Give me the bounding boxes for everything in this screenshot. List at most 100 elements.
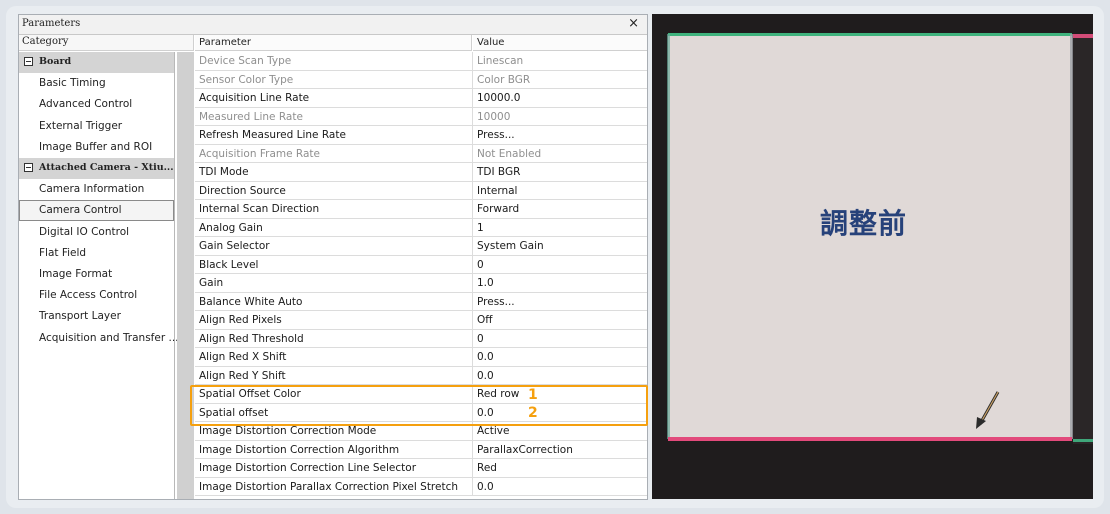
green-edge-top bbox=[668, 33, 1072, 36]
category-label: Digital IO Control bbox=[39, 225, 130, 238]
parameter-value[interactable]: TDI BGR bbox=[477, 166, 520, 178]
value-header-label: Value bbox=[477, 37, 505, 48]
parameter-row[interactable]: Direction Source Internal bbox=[195, 181, 647, 200]
parameter-row[interactable]: Balance White Auto Press... bbox=[195, 292, 647, 311]
column-divider bbox=[472, 237, 473, 255]
parameter-name: Sensor Color Type bbox=[199, 73, 294, 86]
category-label: Image Format bbox=[39, 268, 113, 280]
parameter-row[interactable]: Sensor Color Type Color BGR bbox=[195, 70, 647, 89]
parameter-row[interactable]: Gain 1.0 bbox=[195, 274, 647, 293]
camera-preview: 調整前 bbox=[652, 14, 1093, 499]
preview-label: 調整前 bbox=[820, 207, 908, 240]
category-item-2[interactable]: Advanced Control bbox=[19, 94, 174, 115]
category-label: Advanced Control bbox=[39, 98, 133, 111]
category-label: Image Buffer and ROI bbox=[39, 140, 153, 153]
parameter-row[interactable]: Align Red Threshold 0 bbox=[195, 329, 647, 348]
category-label: Flat Field bbox=[39, 246, 87, 259]
parameter-value[interactable]: System Gain bbox=[477, 240, 544, 252]
category-group-0[interactable]: Board bbox=[19, 52, 174, 73]
category-item-8[interactable]: Digital IO Control bbox=[19, 222, 174, 243]
parameter-name: Measured Line Rate bbox=[199, 110, 303, 123]
parameter-value[interactable]: 0 bbox=[477, 259, 484, 271]
category-tree: Board Basic Timing Advanced Control Externa… bbox=[19, 52, 179, 499]
parameter-name: Refresh Measured Line Rate bbox=[199, 129, 346, 141]
column-divider bbox=[472, 329, 473, 347]
parameter-value[interactable]: Off bbox=[477, 314, 493, 326]
parameter-row[interactable]: Black Level 0 bbox=[195, 255, 647, 274]
column-divider bbox=[472, 292, 473, 310]
parameter-name: TDI Mode bbox=[199, 166, 249, 178]
category-item-3[interactable]: External Trigger bbox=[19, 116, 174, 137]
parameter-value[interactable]: 1 bbox=[477, 222, 484, 234]
parameter-value[interactable]: Press... bbox=[477, 296, 515, 308]
parameter-name: Align Red Y Shift bbox=[199, 369, 286, 382]
parameter-value[interactable]: Red bbox=[477, 462, 497, 474]
category-item-9[interactable]: Flat Field bbox=[19, 243, 174, 264]
category-item-12[interactable]: Transport Layer bbox=[19, 306, 174, 327]
parameter-name: Image Distortion Correction Line Selecto… bbox=[199, 462, 417, 474]
parameter-value[interactable]: Internal bbox=[477, 185, 517, 197]
category-item-7[interactable]: Camera Control bbox=[19, 200, 174, 222]
parameter-row[interactable]: Internal Scan Direction Forward bbox=[195, 200, 647, 219]
parameter-row[interactable]: Align Red Pixels Off bbox=[195, 311, 647, 330]
parameter-row[interactable]: Measured Line Rate 10000 bbox=[195, 107, 647, 126]
category-item-13[interactable]: Acquisition and Transfer ... bbox=[19, 328, 179, 349]
category-item-1[interactable]: Basic Timing bbox=[19, 73, 174, 94]
parameter-value[interactable]: Forward bbox=[477, 203, 519, 215]
parameter-row[interactable]: Align Red X Shift 0.0 bbox=[195, 348, 647, 367]
collapse-toggle-icon[interactable] bbox=[24, 163, 33, 172]
parameter-value[interactable]: 0 bbox=[477, 333, 484, 345]
parameter-row[interactable]: Device Scan Type Linescan bbox=[195, 52, 647, 71]
parameter-row[interactable]: Image Distortion Parallax Correction Pix… bbox=[195, 477, 647, 496]
parameter-row[interactable]: Acquisition Frame Rate Not Enabled bbox=[195, 144, 647, 163]
value-column-header[interactable]: Value bbox=[473, 35, 647, 51]
parameter-value[interactable]: Active bbox=[477, 425, 509, 437]
parameter-row[interactable]: Image Distortion Correction Algorithm Par… bbox=[195, 440, 647, 459]
column-divider bbox=[472, 477, 473, 495]
column-divider bbox=[472, 255, 473, 273]
parameter-value[interactable]: Press... bbox=[477, 129, 515, 141]
column-divider bbox=[472, 144, 473, 162]
parameter-name: Device Scan Type bbox=[199, 55, 292, 67]
category-label: Transport Layer bbox=[39, 310, 121, 323]
category-header: Category bbox=[19, 35, 194, 51]
highlight-box bbox=[190, 385, 648, 426]
category-item-4[interactable]: Image Buffer and ROI bbox=[19, 137, 174, 158]
parameter-value[interactable]: 0.0 bbox=[477, 370, 494, 382]
category-group-5[interactable]: Attached Camera - Xtiu... bbox=[19, 158, 174, 179]
parameter-row[interactable]: Acquisition Line Rate 10000.0 bbox=[195, 89, 647, 108]
parameter-value[interactable]: 0.0 bbox=[477, 481, 494, 493]
parameter-name: Gain bbox=[199, 277, 224, 289]
parameter-value[interactable]: ParallaxCorrection bbox=[477, 444, 573, 456]
parameter-name: Black Level bbox=[199, 258, 259, 271]
category-item-11[interactable]: File Access Control bbox=[19, 285, 174, 306]
column-divider bbox=[472, 366, 473, 384]
category-item-10[interactable]: Image Format bbox=[19, 264, 174, 285]
parameter-value[interactable]: 0.0 bbox=[477, 351, 494, 363]
column-divider bbox=[472, 126, 473, 144]
parameter-value[interactable]: 10000.0 bbox=[477, 92, 520, 104]
parameter-row[interactable]: Analog Gain 1 bbox=[195, 218, 647, 237]
column-divider bbox=[472, 107, 473, 125]
parameter-row[interactable]: Align Red Y Shift 0.0 bbox=[195, 366, 647, 385]
parameter-column-header[interactable]: Parameter bbox=[195, 35, 472, 51]
parameter-row[interactable]: Image Distortion Correction Line Selecto… bbox=[195, 459, 647, 478]
title-bar: Parameters × bbox=[19, 15, 647, 35]
tree-gutter bbox=[177, 52, 194, 499]
parameter-value: Linescan bbox=[477, 55, 524, 67]
parameter-row[interactable]: TDI Mode TDI BGR bbox=[195, 163, 647, 182]
parameter-name: Align Red Pixels bbox=[199, 314, 282, 326]
parameter-name: Align Red X Shift bbox=[199, 351, 287, 363]
parameter-name: Image Distortion Correction Algorithm bbox=[199, 443, 400, 456]
close-icon[interactable]: × bbox=[628, 16, 639, 31]
window-title: Parameters bbox=[22, 18, 81, 29]
category-item-6[interactable]: Camera Information bbox=[19, 179, 174, 200]
category-label: Camera Information bbox=[39, 183, 145, 196]
parameter-row[interactable]: Refresh Measured Line Rate Press... bbox=[195, 126, 647, 145]
parameter-value[interactable]: 1.0 bbox=[477, 277, 494, 289]
parameter-name: Direction Source bbox=[199, 184, 286, 197]
parameter-value: 10000 bbox=[477, 110, 511, 123]
parameter-row[interactable]: Gain Selector System Gain bbox=[195, 237, 647, 256]
parameter-name: Acquisition Line Rate bbox=[199, 92, 310, 104]
collapse-toggle-icon[interactable] bbox=[24, 57, 33, 66]
